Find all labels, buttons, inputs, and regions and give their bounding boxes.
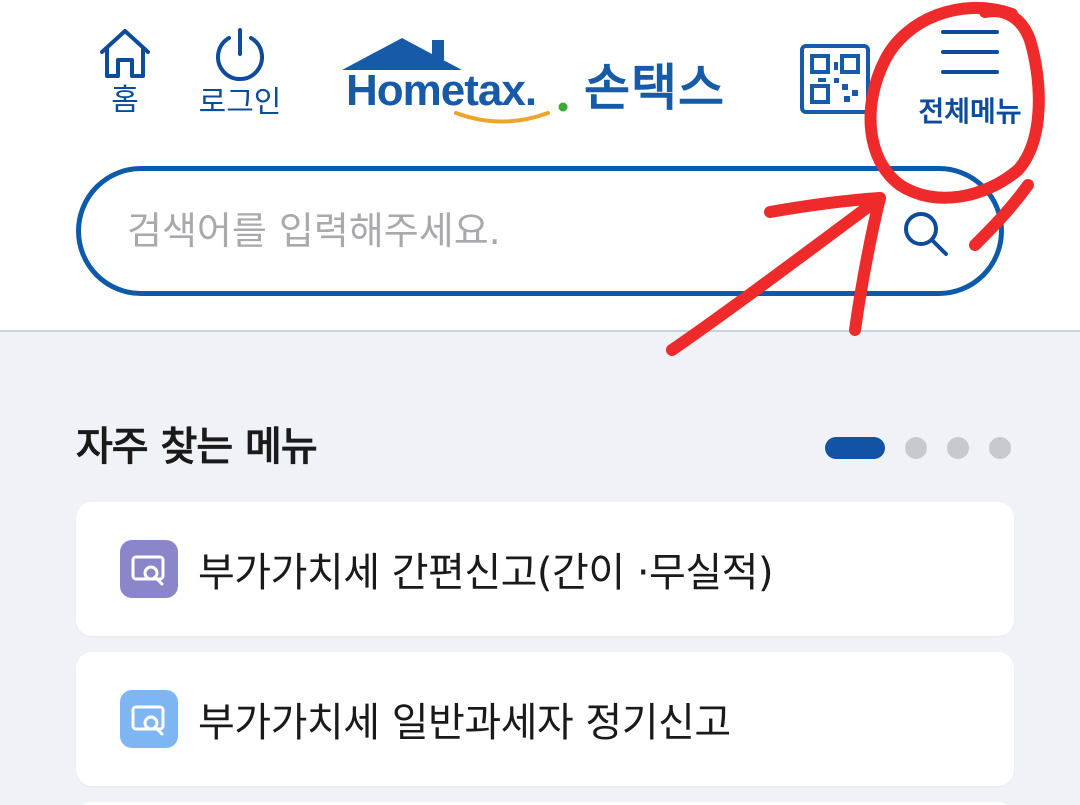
- search-bar: [76, 166, 1004, 296]
- search-document-icon: [120, 540, 178, 598]
- qr-code-button[interactable]: [800, 44, 870, 114]
- menu-card-label: 부가가치세 일반과세자 정기신고: [198, 700, 731, 746]
- qr-code-icon: [800, 44, 870, 114]
- logo-wordmark-text: Hometax.: [346, 66, 537, 115]
- page-indicator: [825, 436, 1011, 460]
- menu-card-label: 부가가치세 간편신고(간이 ·무실적): [198, 550, 774, 596]
- page-indicator-dot-active[interactable]: [825, 437, 885, 459]
- hamburger-menu-icon: [941, 30, 999, 74]
- power-icon: [216, 28, 264, 82]
- hometax-logo[interactable]: Hometax. 손택스: [336, 30, 756, 130]
- frequent-menu-section: 자주 찾는 메뉴 부가가치세 간편신고(간이 ·무실적) 부가가치세 일반과세자…: [0, 330, 1080, 805]
- login-label: 로그인: [198, 85, 282, 120]
- home-button[interactable]: 홈: [92, 26, 158, 116]
- hometax-mobile-page: 홈 로그인 Hometax. 손택스 전체메뉴 검색어를 입력해주세요. 자주 …: [0, 0, 1080, 805]
- section-title: 자주 찾는 메뉴: [76, 424, 318, 470]
- smile-swoosh-icon: [454, 111, 550, 124]
- logo-wordmark-graphic: Hometax.: [336, 30, 572, 130]
- full-menu-button[interactable]: 전체메뉴: [900, 28, 1040, 130]
- page-indicator-dot[interactable]: [989, 437, 1011, 459]
- page-indicator-dot[interactable]: [947, 437, 969, 459]
- home-icon: [100, 29, 150, 78]
- green-dot-icon: [558, 102, 568, 112]
- search-document-icon: [120, 690, 178, 748]
- top-header: 홈 로그인 Hometax. 손택스 전체메뉴: [0, 0, 1080, 160]
- page-indicator-dot[interactable]: [905, 437, 927, 459]
- login-button[interactable]: 로그인: [190, 26, 290, 118]
- menu-card-vat-general-report[interactable]: 부가가치세 일반과세자 정기신고: [76, 652, 1014, 786]
- home-label: 홈: [111, 83, 139, 118]
- menu-card-vat-simple-report[interactable]: 부가가치세 간편신고(간이 ·무실적): [76, 502, 1014, 636]
- search-input[interactable]: [127, 201, 867, 261]
- logo-korean-text: 손택스: [584, 59, 725, 117]
- search-icon[interactable]: [901, 209, 951, 259]
- full-menu-label: 전체메뉴: [918, 95, 1022, 128]
